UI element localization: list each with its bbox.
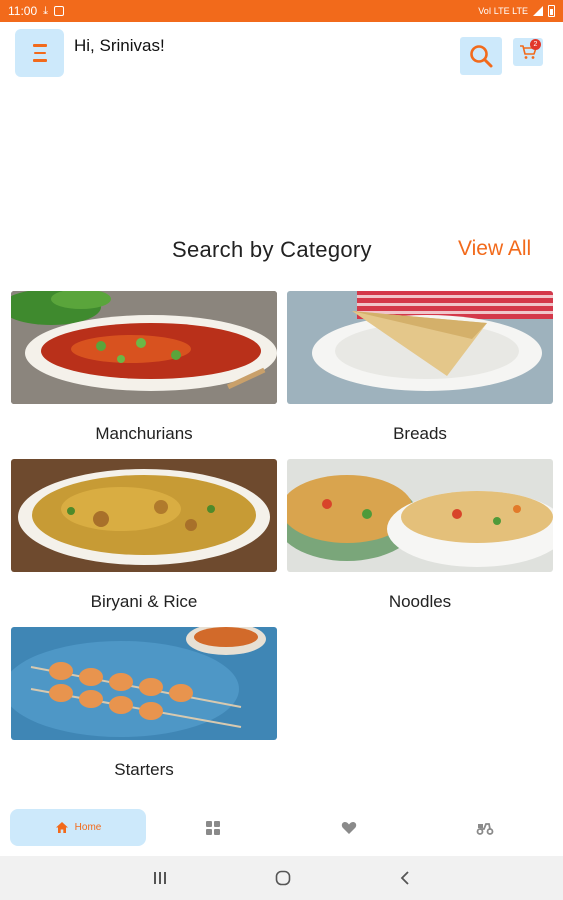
battery-icon — [548, 5, 555, 17]
recents-icon — [154, 872, 166, 884]
menu-button[interactable] — [15, 29, 64, 77]
category-label: Breads — [393, 424, 447, 443]
category-card-biryani-rice[interactable]: Biryani & Rice — [11, 459, 277, 612]
category-label: Manchurians — [95, 424, 193, 443]
view-all-link[interactable]: View All — [458, 237, 531, 261]
signal-icon — [533, 6, 543, 16]
category-label: Starters — [114, 760, 174, 779]
section-title: Search by Category — [172, 237, 372, 262]
bottom-nav: Home — [0, 806, 563, 850]
bread-image — [287, 291, 553, 404]
home-system-button[interactable] — [274, 869, 292, 887]
nav-home-tab[interactable]: Home — [10, 809, 146, 846]
menu-bar — [33, 51, 46, 55]
biryani-image — [11, 459, 277, 572]
status-time: 11:00 — [8, 4, 38, 18]
scooter-icon — [476, 823, 494, 835]
nav-orders-tab[interactable] — [476, 819, 494, 837]
menu-bar — [32, 44, 47, 47]
category-card-breads[interactable]: Breads — [287, 291, 553, 444]
category-card-noodles[interactable]: Noodles — [287, 459, 553, 612]
network-text: VoI LTE LTE — [478, 6, 528, 16]
back-button[interactable] — [398, 869, 412, 887]
manchurian-image — [11, 291, 277, 404]
back-icon — [400, 871, 409, 885]
category-card-starters[interactable]: Starters — [11, 627, 277, 780]
cart-count-badge: 2 — [530, 39, 541, 50]
system-nav-bar — [0, 856, 563, 900]
home-icon — [55, 822, 68, 833]
nav-favorites-tab[interactable] — [340, 819, 358, 837]
status-bar: 11:00 ⤓ VoI LTE LTE — [0, 0, 563, 22]
starters-image — [11, 627, 277, 740]
notification-icon — [54, 6, 65, 16]
search-button[interactable] — [460, 37, 502, 75]
nav-home-label: Home — [74, 822, 102, 833]
download-icon: ⤓ — [43, 4, 49, 17]
noodles-image — [287, 459, 553, 572]
greeting-text: Hi, Srinivas! — [74, 36, 165, 55]
cart-button[interactable]: 2 — [513, 38, 543, 66]
recents-button[interactable] — [152, 869, 168, 887]
nav-categories-tab[interactable] — [204, 819, 222, 837]
search-icon — [470, 45, 493, 68]
menu-bar — [32, 59, 47, 62]
category-label: Noodles — [388, 592, 452, 611]
grid-icon — [206, 821, 220, 835]
category-label: Biryani & Rice — [90, 592, 198, 611]
category-card-manchurians[interactable]: Manchurians — [11, 291, 277, 444]
heart-icon — [341, 821, 357, 834]
circle-home-icon — [275, 870, 291, 886]
